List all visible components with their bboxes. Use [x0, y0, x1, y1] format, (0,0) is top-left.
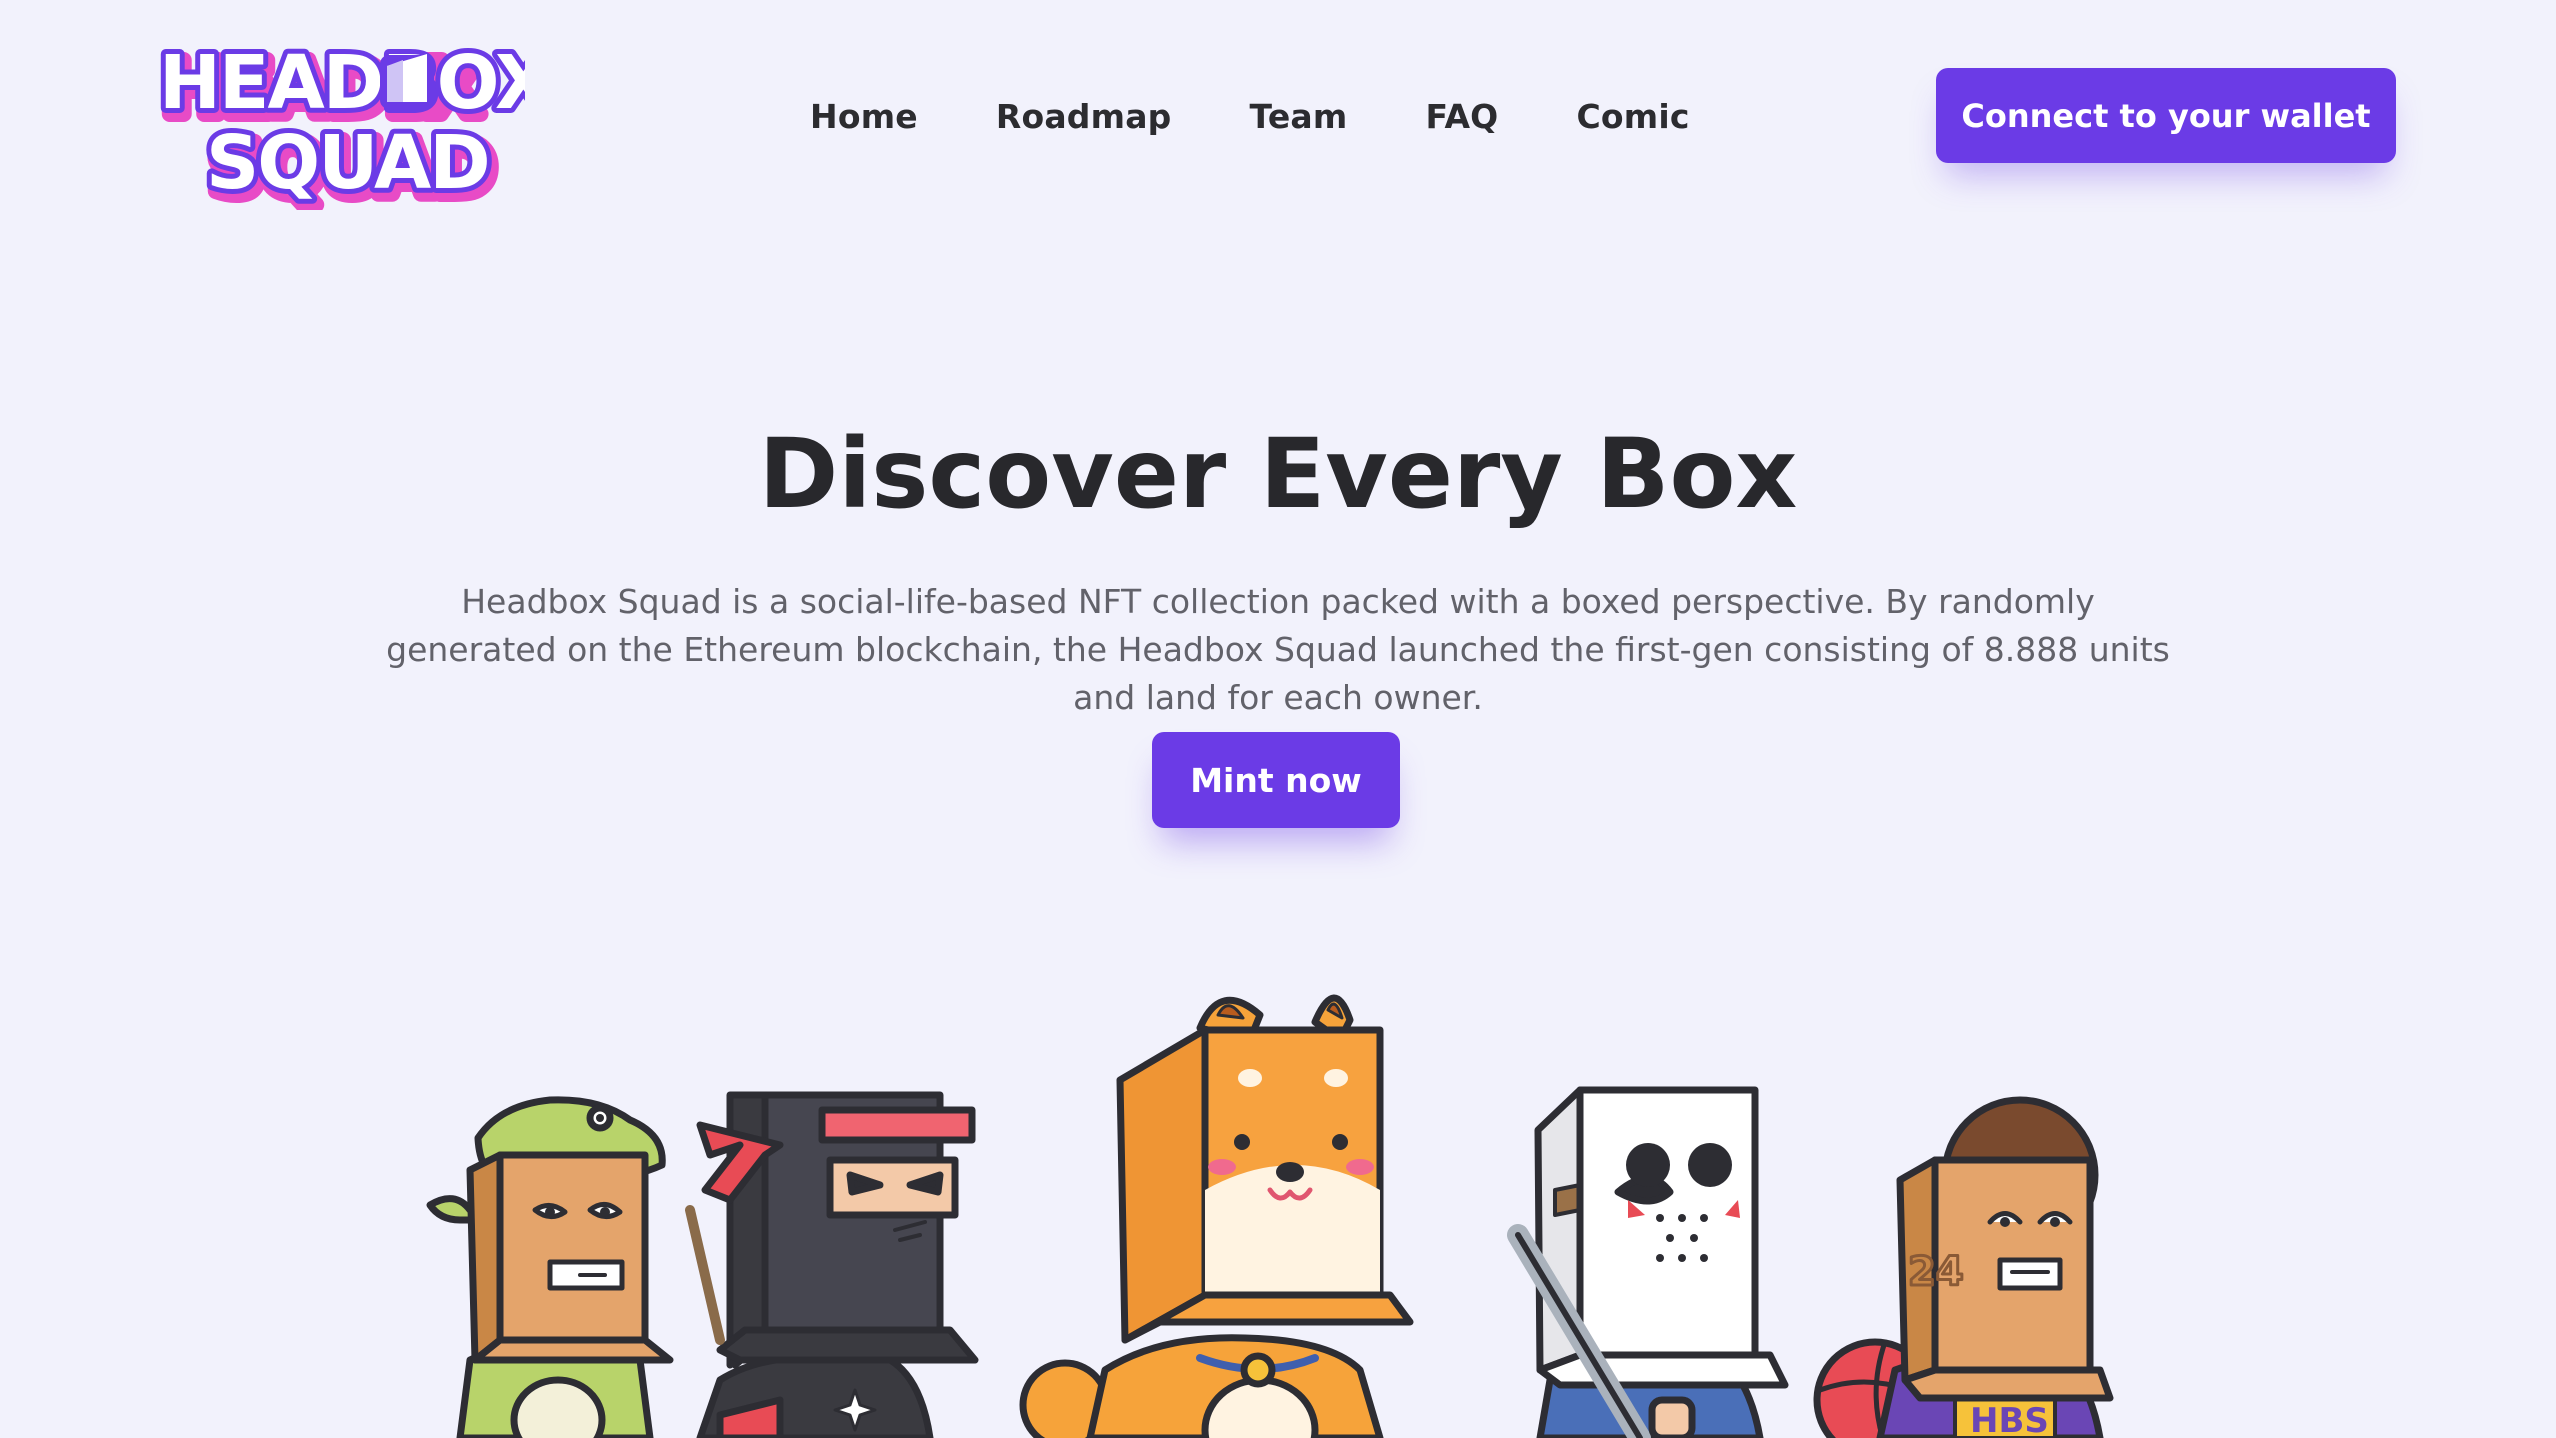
basketball-character: HBS 24	[1813, 1096, 2114, 1438]
headbox-squad-logo[interactable]: HEADB X SQUAD HEADBOX SQUAD HEADBOX SQUA…	[155, 24, 525, 210]
main-nav: Home Roadmap Team FAQ Comic	[810, 82, 1690, 152]
nav-faq[interactable]: FAQ	[1425, 82, 1498, 152]
connect-wallet-button[interactable]: Connect to your wallet	[1936, 68, 2396, 163]
nav-team[interactable]: Team	[1250, 82, 1348, 152]
box-icon	[380, 54, 434, 109]
svg-text:24: 24	[1908, 1249, 1964, 1295]
hockey-mask-character	[1507, 1086, 1789, 1438]
headbox-characters-illustration: HBS 24	[426, 994, 2114, 1438]
svg-text:SQUAD: SQUAD	[206, 120, 489, 206]
nav-home[interactable]: Home	[810, 82, 918, 152]
svg-text:HBS: HBS	[1970, 1401, 2049, 1438]
mint-now-button[interactable]: Mint now	[1152, 732, 1400, 828]
nav-roadmap[interactable]: Roadmap	[996, 82, 1172, 152]
shiba-dog-character	[1019, 994, 1414, 1438]
svg-text:HEADBOX: HEADBOX	[159, 40, 525, 126]
dinosaur-character	[426, 1096, 674, 1438]
ninja-character	[685, 1091, 979, 1438]
hero-title: Discover Every Box	[758, 418, 1798, 530]
nav-comic[interactable]: Comic	[1576, 82, 1689, 152]
hero-description: Headbox Squad is a social-life-based NFT…	[386, 582, 2170, 717]
